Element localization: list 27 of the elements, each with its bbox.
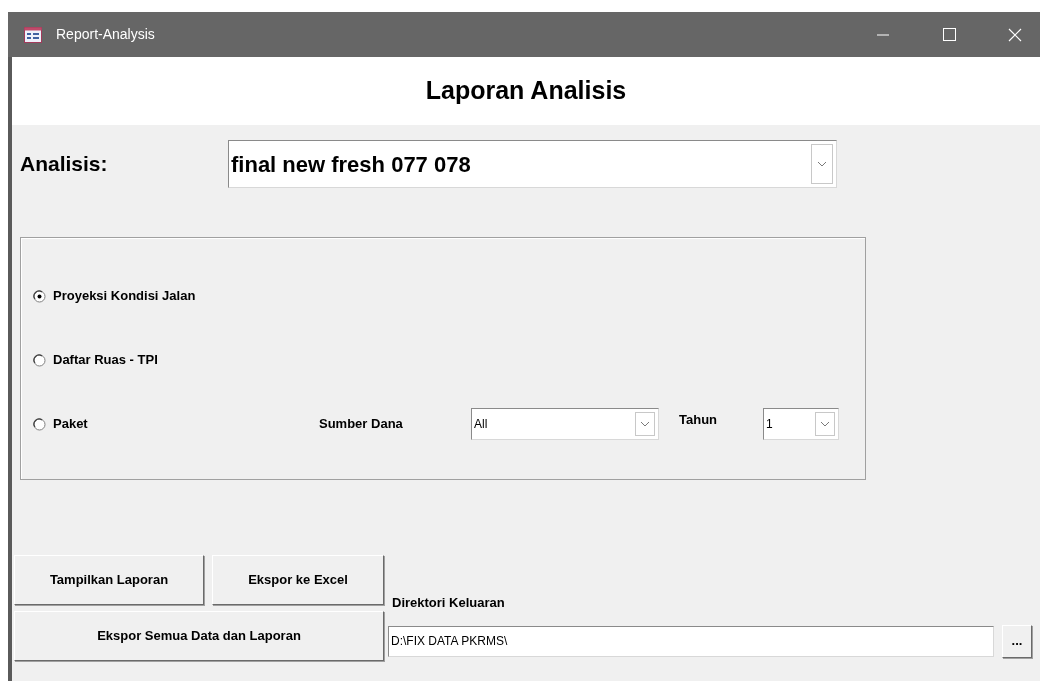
direktori-label: Direktori Keluaran <box>392 594 506 612</box>
action-button[interactable]: Tampilkan Laporan <box>14 555 204 605</box>
minimize-icon[interactable] <box>877 33 889 36</box>
maximize-icon[interactable] <box>943 28 956 41</box>
radio-label[interactable]: Daftar Ruas - TPI <box>53 350 158 370</box>
radio-button[interactable] <box>33 353 46 367</box>
action-button[interactable]: ... <box>1002 624 1032 658</box>
analisis-combo[interactable]: final new fresh 077 078 <box>228 140 837 188</box>
chevron-down-icon <box>820 421 830 427</box>
radio-button[interactable] <box>33 289 46 303</box>
direktori-field[interactable]: D:\FIX DATA PKRMS\ <box>388 625 994 657</box>
close-icon[interactable] <box>1008 27 1022 42</box>
window-title: Report-Analysis <box>56 25 155 44</box>
action-button[interactable]: Ekspor Semua Data dan Laporan <box>14 611 384 661</box>
form-heading: Laporan Analisis <box>425 75 627 107</box>
chevron-down-icon <box>640 421 650 427</box>
radio-button[interactable] <box>33 417 46 431</box>
sumber-dana-combo[interactable]: All <box>471 408 659 440</box>
radio-label[interactable]: Proyeksi Kondisi Jalan <box>53 286 196 306</box>
tahun-label: Tahun <box>679 411 719 430</box>
radio-label[interactable]: Paket <box>53 414 88 434</box>
chevron-down-icon <box>817 161 827 167</box>
analisis-label: Analisis: <box>20 151 109 178</box>
sumber-dana-label: Sumber Dana <box>319 415 404 434</box>
tahun-combo[interactable]: 1 <box>763 408 839 440</box>
form-icon <box>24 26 42 43</box>
action-button[interactable]: Ekspor ke Excel <box>212 555 384 605</box>
